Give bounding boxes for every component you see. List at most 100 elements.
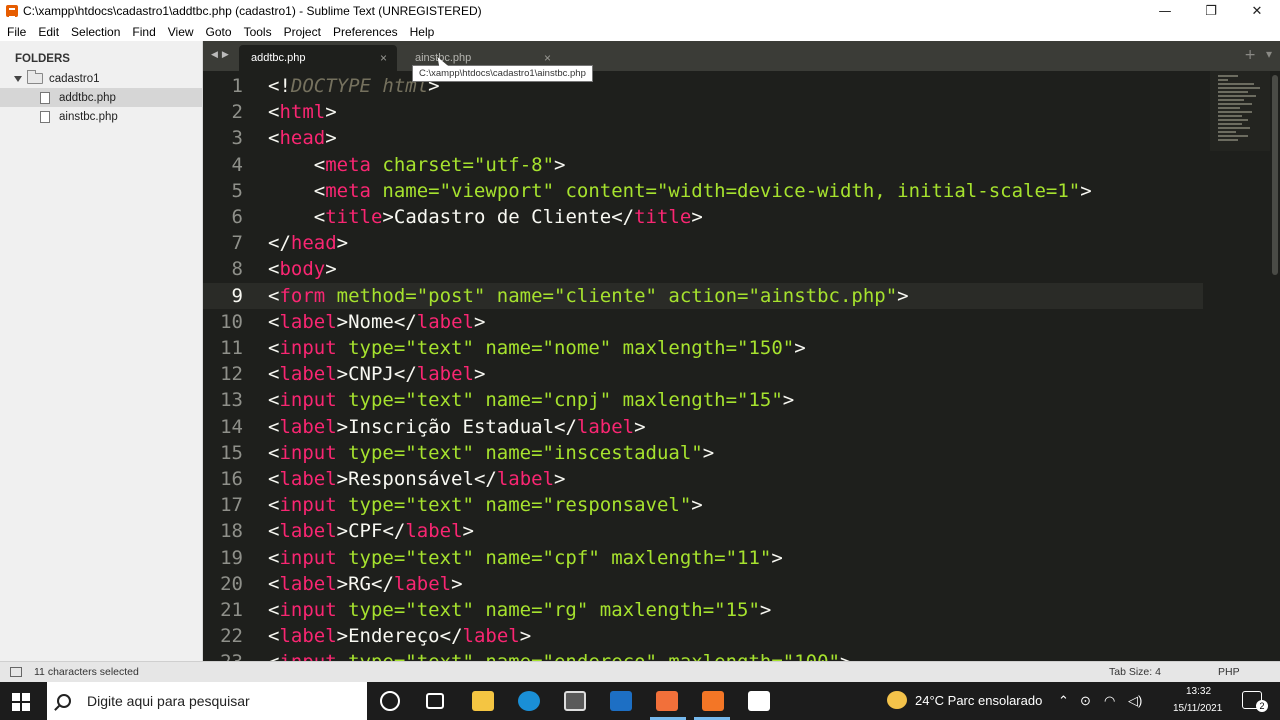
- code-line[interactable]: <body>: [268, 256, 337, 282]
- code-line[interactable]: <label>CNPJ</label>: [268, 361, 485, 387]
- line-number: 17: [220, 494, 243, 517]
- code-line[interactable]: <label>CPF</label>: [268, 518, 474, 544]
- window-title: C:\xampp\htdocs\cadastro1\addtbc.php (ca…: [23, 4, 482, 18]
- selection-status: 11 characters selected: [34, 666, 139, 678]
- volume-icon[interactable]: ◁): [1128, 693, 1142, 709]
- menu-view[interactable]: View: [162, 25, 200, 39]
- tab-close-icon[interactable]: ×: [380, 51, 387, 65]
- tab-bar: ◀▶ addtbc.php × ainstbc.php × + ▾: [203, 41, 1280, 71]
- line-number: 12: [220, 363, 243, 386]
- search-placeholder: Digite aqui para pesquisar: [87, 693, 250, 709]
- code-line[interactable]: <meta charset="utf-8">: [268, 152, 566, 178]
- tab-size-indicator[interactable]: Tab Size: 4: [1109, 666, 1161, 678]
- sublime-text-taskbar-icon[interactable]: [702, 691, 724, 711]
- folder-cadastro1[interactable]: cadastro1: [0, 69, 202, 88]
- line-number: 11: [220, 337, 243, 359]
- mail-icon[interactable]: [610, 691, 632, 711]
- file-icon: [40, 110, 50, 123]
- tab-close-icon[interactable]: ×: [544, 51, 551, 65]
- edge-browser-icon[interactable]: [518, 691, 540, 711]
- new-tab-plus-icon[interactable]: +: [1244, 47, 1256, 63]
- disclosure-arrow-icon[interactable]: [14, 75, 22, 82]
- syntax-indicator[interactable]: PHP: [1218, 666, 1240, 678]
- panel-toggle-icon[interactable]: [10, 667, 22, 677]
- line-number: 16: [220, 468, 243, 490]
- code-line[interactable]: </head>: [268, 230, 348, 256]
- code-line[interactable]: <html>: [268, 99, 337, 125]
- menu-project[interactable]: Project: [278, 25, 327, 39]
- tab-navigation-arrows-icon[interactable]: ◀▶: [211, 50, 233, 60]
- code-line[interactable]: <meta name="viewport" content="width=dev…: [268, 178, 1092, 204]
- menu-find[interactable]: Find: [126, 25, 161, 39]
- line-number: 23: [203, 649, 243, 661]
- clock-date[interactable]: 15/11/2021: [1173, 703, 1222, 714]
- line-number: 18: [220, 520, 243, 543]
- xampp-icon[interactable]: [656, 691, 678, 711]
- code-line[interactable]: <title>Cadastro de Cliente</title>: [268, 204, 703, 230]
- code-line[interactable]: <input type="text" name="endereco" maxle…: [268, 649, 851, 661]
- notification-count-badge: 2: [1256, 700, 1268, 712]
- tab-list-chevron-icon[interactable]: ▾: [1266, 47, 1272, 61]
- line-number: 3: [231, 127, 243, 150]
- file-icon: [40, 91, 50, 104]
- sidebar: FOLDERS cadastro1 addtbc.php ainstbc.php: [0, 41, 203, 661]
- tab-label: addtbc.php: [251, 52, 306, 64]
- menu-goto[interactable]: Goto: [200, 25, 238, 39]
- line-number: 1: [231, 75, 243, 97]
- cortana-icon[interactable]: [380, 691, 400, 711]
- code-line[interactable]: <input type="text" name="rg" maxlength="…: [268, 597, 771, 623]
- code-line[interactable]: <input type="text" name="cpf" maxlength=…: [268, 545, 783, 571]
- menu-selection[interactable]: Selection: [65, 25, 126, 39]
- menu-tools[interactable]: Tools: [238, 25, 278, 39]
- close-button[interactable]: ✕: [1234, 0, 1280, 22]
- menu-help[interactable]: Help: [404, 25, 441, 39]
- code-line[interactable]: <input type="text" name="nome" maxlength…: [268, 335, 806, 361]
- weather-icon[interactable]: [887, 691, 907, 709]
- tab-addtbc[interactable]: addtbc.php ×: [239, 45, 397, 71]
- code-line[interactable]: <head>: [268, 125, 337, 151]
- store-icon[interactable]: [564, 691, 586, 711]
- menu-file[interactable]: File: [0, 25, 32, 39]
- weather-text[interactable]: 24°C Parc ensolarado: [915, 693, 1042, 708]
- windows-taskbar: Digite aqui para pesquisar 24°C Parc ens…: [0, 682, 1280, 720]
- code-app-icon[interactable]: [748, 691, 770, 711]
- menu-preferences[interactable]: Preferences: [327, 25, 404, 39]
- code-line[interactable]: <label>RG</label>: [268, 571, 463, 597]
- code-line[interactable]: <form method="post" name="cliente" actio…: [268, 283, 909, 309]
- file-explorer-icon[interactable]: [472, 691, 494, 711]
- vertical-scrollbar[interactable]: [1272, 75, 1278, 275]
- maximize-button[interactable]: ❐: [1188, 0, 1234, 22]
- task-view-icon[interactable]: [426, 693, 444, 709]
- windows-start-icon[interactable]: [12, 693, 30, 711]
- sidebar-file-addtbc[interactable]: addtbc.php: [0, 88, 202, 107]
- code-line[interactable]: <input type="text" name="cnpj" maxlength…: [268, 387, 794, 413]
- line-number: 8: [231, 258, 243, 281]
- status-bar: 11 characters selected Tab Size: 4 PHP: [0, 661, 1280, 682]
- network-icon[interactable]: ⊙: [1080, 693, 1091, 709]
- clock-time[interactable]: 13:32: [1186, 686, 1211, 697]
- wifi-icon[interactable]: ◠: [1104, 693, 1115, 709]
- folder-icon: [27, 70, 43, 84]
- code-editor[interactable]: 1234567891011121314151617181920212223 <!…: [203, 71, 1280, 661]
- tray-chevron-icon[interactable]: ⌃: [1058, 693, 1069, 709]
- line-number: 21: [220, 599, 243, 621]
- code-line[interactable]: <input type="text" name="responsavel">: [268, 492, 703, 518]
- code-line[interactable]: <input type="text" name="inscestadual">: [268, 440, 714, 466]
- line-number: 7: [231, 232, 243, 255]
- line-number: 9: [231, 284, 243, 307]
- search-icon: [57, 694, 71, 708]
- minimize-button[interactable]: —: [1142, 0, 1188, 22]
- line-number: 2: [231, 101, 243, 124]
- window-controls: — ❐ ✕: [1142, 0, 1280, 22]
- sidebar-file-ainstbc[interactable]: ainstbc.php: [0, 107, 202, 126]
- code-line[interactable]: <label>Endereço</label>: [268, 623, 531, 649]
- minimap[interactable]: [1210, 71, 1270, 151]
- code-line[interactable]: <label>Nome</label>: [268, 309, 485, 335]
- line-number: 10: [220, 310, 243, 333]
- code-line[interactable]: <label>Inscrição Estadual</label>: [268, 414, 646, 440]
- line-number: 22: [220, 625, 243, 648]
- taskbar-search-box[interactable]: Digite aqui para pesquisar: [47, 682, 367, 720]
- code-line[interactable]: <label>Responsável</label>: [268, 466, 566, 492]
- menu-edit[interactable]: Edit: [32, 25, 65, 39]
- file-label: addtbc.php: [59, 91, 116, 104]
